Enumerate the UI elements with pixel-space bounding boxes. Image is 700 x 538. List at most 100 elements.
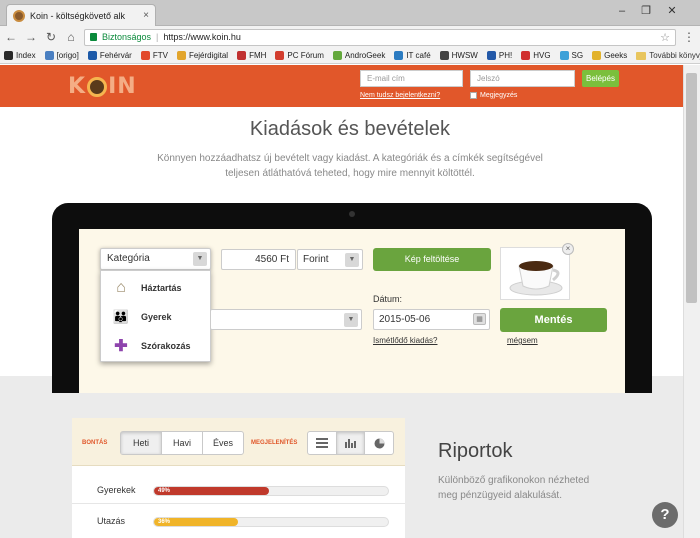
bookmark-item[interactable]: PC Fórum: [275, 51, 324, 60]
more-bookmarks[interactable]: További könyvjelzők: [636, 51, 700, 60]
camera-dot: [349, 211, 355, 217]
url-text[interactable]: https://www.koin.hu: [163, 32, 241, 42]
bookmark-item[interactable]: IT café: [394, 51, 431, 60]
bookmark-item[interactable]: Geeks: [592, 51, 627, 60]
children-icon: 👪: [112, 309, 130, 324]
bookmark-favicon-icon: [4, 51, 13, 60]
category-dropdown: ⌂ Háztartás 👪 Gyerek ✚ Szórakozás: [100, 270, 211, 362]
coin-icon: [87, 76, 108, 97]
remove-photo-icon[interactable]: ×: [562, 243, 574, 255]
recurring-expense-link[interactable]: Ismétlődő kiadás?: [373, 336, 437, 345]
chevron-down-icon[interactable]: ▼: [344, 313, 358, 327]
bookmark-favicon-icon: [439, 51, 449, 60]
report-bar-track: 49%: [153, 486, 389, 496]
bookmark-item[interactable]: Fehérvár: [87, 51, 132, 60]
bookmark-item[interactable]: [origo]: [44, 51, 79, 60]
pie-chart-icon[interactable]: [365, 432, 393, 454]
hero-subtitle: teljesen átláthatóvá teheted, hogy mire …: [225, 168, 475, 179]
login-button[interactable]: Belépés: [582, 70, 619, 87]
bookmark-favicon-icon: [44, 51, 54, 60]
bookmark-star-icon[interactable]: ☆: [660, 31, 670, 44]
display-label: MEGJELENÍTÉS: [251, 440, 298, 446]
bookmark-favicon-icon: [176, 51, 186, 60]
bookmark-item[interactable]: HWSW: [439, 51, 478, 60]
bar-chart-icon[interactable]: [336, 432, 366, 454]
bookmark-item[interactable]: PH!: [486, 51, 512, 60]
maximize-button[interactable]: ❐: [636, 4, 656, 18]
bookmark-item[interactable]: SG: [559, 51, 583, 60]
tab-title: Koin - költségkövető alk: [30, 10, 126, 21]
bookmark-favicon-icon: [237, 51, 247, 60]
forward-icon[interactable]: →: [24, 30, 38, 44]
bookmark-item[interactable]: HVG: [521, 51, 551, 60]
address-bar[interactable]: Biztonságos | https://www.koin.hu ☆: [84, 28, 676, 46]
house-icon: ⌂: [116, 279, 126, 296]
calendar-icon[interactable]: ▦: [473, 313, 486, 325]
bookmark-item[interactable]: Fejérdigital: [176, 51, 228, 60]
bookmark-favicon-icon: [559, 51, 569, 60]
bookmark-item[interactable]: FTV: [140, 51, 168, 60]
browser-toolbar: ← → ↻ ⌂ Biztonságos | https://www.koin.h…: [0, 26, 700, 48]
category-option-szorakozas[interactable]: ✚ Szórakozás: [101, 335, 212, 357]
folder-icon: [636, 51, 647, 60]
lock-icon: [90, 33, 97, 41]
help-button[interactable]: ?: [652, 502, 678, 528]
secure-label: Biztonságos: [102, 32, 152, 42]
reload-icon[interactable]: ↻: [44, 30, 58, 44]
koin-favicon-icon: [13, 9, 25, 22]
report-bar-track: 36%: [153, 517, 389, 527]
bookmark-favicon-icon: [521, 51, 531, 60]
browser-tab[interactable]: Koin - költségkövető alk ×: [6, 4, 156, 26]
close-window-button[interactable]: ✕: [662, 4, 682, 18]
back-icon[interactable]: ←: [4, 30, 18, 44]
menu-icon[interactable]: ⋮: [682, 30, 696, 44]
bookmark-favicon-icon: [275, 51, 285, 60]
period-yearly[interactable]: Éves: [203, 432, 243, 454]
date-label: Dátum:: [373, 294, 403, 304]
bookmark-favicon-icon: [486, 51, 496, 60]
bookmark-item[interactable]: AndroGeek: [332, 51, 385, 60]
hero-subtitle: Könnyen hozzáadhatsz új bevételt vagy ki…: [157, 153, 543, 164]
bookmark-favicon-icon: [592, 51, 602, 60]
list-view-icon[interactable]: [308, 432, 337, 454]
chevron-down-icon[interactable]: ▼: [193, 252, 207, 266]
category-select[interactable]: Kategória ▼: [100, 248, 211, 270]
email-field[interactable]: E-mail cím: [360, 70, 463, 87]
remember-me-checkbox[interactable]: Megjegyzés: [470, 92, 517, 99]
bookmark-item[interactable]: Index: [4, 51, 36, 60]
period-monthly[interactable]: Havi: [162, 432, 203, 454]
koin-logo[interactable]: K IN: [68, 74, 137, 99]
bookmark-favicon-icon: [332, 51, 342, 60]
bookmark-favicon-icon: [140, 51, 150, 60]
scrollbar-thumb[interactable]: [686, 73, 697, 303]
checkbox[interactable]: [470, 92, 477, 99]
minimize-button[interactable]: ‒: [612, 4, 632, 18]
password-field[interactable]: Jelszó: [470, 70, 575, 87]
divider: |: [156, 32, 159, 42]
chevron-down-icon[interactable]: ▼: [345, 253, 359, 267]
hero-title: Kiadások és bevételek: [249, 118, 451, 140]
category-option-haztartas[interactable]: ⌂ Háztartás: [101, 277, 212, 299]
divider: [72, 503, 405, 504]
home-icon[interactable]: ⌂: [64, 30, 78, 44]
cancel-link[interactable]: mégsem: [507, 336, 538, 345]
puzzle-icon: ✚: [114, 338, 128, 355]
tag-select[interactable]: ▼: [210, 309, 362, 330]
tab-close-icon[interactable]: ×: [143, 10, 149, 21]
report-bar-fill: 49%: [154, 487, 269, 495]
reports-title: Riportok: [438, 440, 513, 462]
forgot-login-link[interactable]: Nem tudsz bejelentkezni?: [360, 92, 440, 99]
reports-description: meg pénzügyeid alakulását.: [438, 490, 562, 501]
bookmark-item[interactable]: FMH: [237, 51, 266, 60]
amount-input[interactable]: 4560 Ft: [221, 249, 296, 270]
period-weekly[interactable]: Heti: [121, 432, 162, 454]
bookmark-favicon-icon: [87, 51, 97, 60]
upload-photo-button[interactable]: Kép feltöltése: [373, 248, 491, 271]
receipt-photo-thumbnail: [500, 247, 570, 300]
save-button[interactable]: Mentés: [500, 308, 607, 332]
period-toggle: Heti Havi Éves: [120, 431, 244, 455]
currency-select[interactable]: Forint ▼: [297, 249, 363, 270]
category-option-gyerek[interactable]: 👪 Gyerek: [101, 306, 212, 328]
report-bar-fill: 36%: [154, 518, 239, 526]
coffee-cup-image: [509, 261, 563, 296]
